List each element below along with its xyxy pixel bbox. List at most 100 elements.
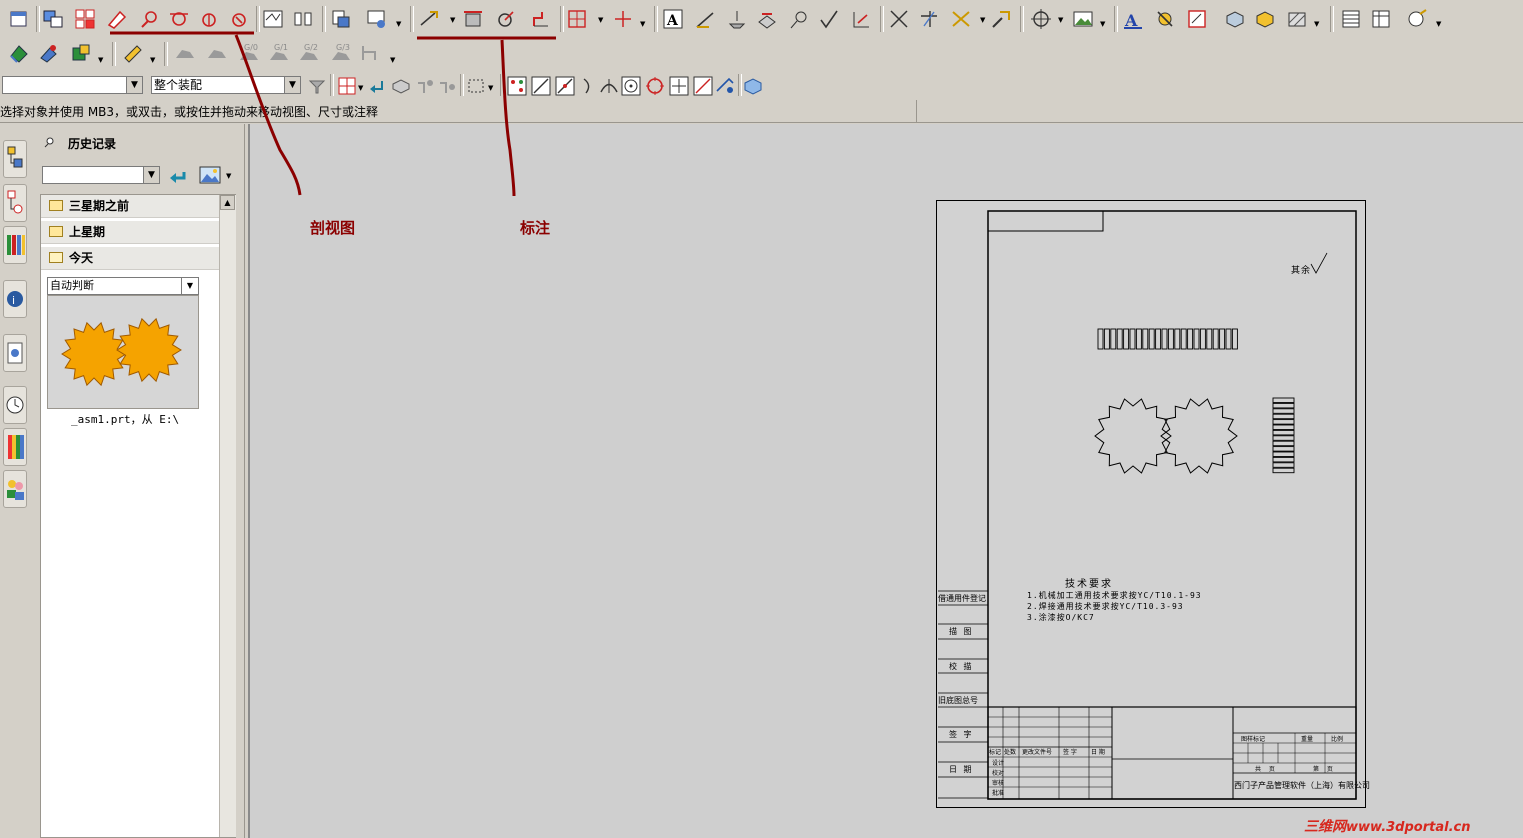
edit-annotation-icon[interactable]: [990, 8, 1012, 30]
snap-bounded-grid-icon[interactable]: [714, 75, 736, 97]
snap-point-icon[interactable]: [336, 75, 358, 97]
history-filter-combo[interactable]: ▼: [42, 166, 160, 184]
cross-icon[interactable]: [888, 8, 910, 30]
snap-endpoint-icon[interactable]: [530, 75, 552, 97]
balloon-icon[interactable]: [1406, 8, 1428, 30]
identification-symbol-icon[interactable]: [788, 8, 810, 30]
break-view-icon[interactable]: [262, 8, 284, 30]
center-mark-icon[interactable]: [566, 8, 588, 30]
section-view-icon[interactable]: [138, 8, 160, 30]
half-section-icon[interactable]: [168, 8, 190, 30]
snap-control-point-icon[interactable]: [578, 75, 600, 97]
base-view-icon[interactable]: [42, 8, 64, 30]
rectangle-select-icon[interactable]: [466, 75, 488, 97]
side-table-cell: [1272, 446, 1295, 452]
pencil-icon[interactable]: [122, 42, 144, 64]
preview-mode-combo[interactable]: 自动判断 ▼: [47, 277, 199, 295]
parts-list-icon[interactable]: [1340, 8, 1362, 30]
history-folder-today[interactable]: 今天: [41, 247, 219, 270]
margin-label: 描 图: [949, 627, 974, 636]
ordinate-dimension-icon[interactable]: [530, 8, 552, 30]
tb-scale-header: 比例: [1331, 736, 1344, 743]
web-browser-tab[interactable]: i: [3, 280, 27, 318]
palette-image-icon[interactable]: [198, 164, 222, 186]
projected-view-icon[interactable]: [74, 8, 96, 30]
graphics-window[interactable]: 剖视图 标注 其余 技术要求 1.机械加工通用技术要求按YC/T10.1-93 …: [248, 124, 1523, 838]
scroll-up-icon[interactable]: ▲: [220, 195, 235, 210]
constraint-navigator-tab[interactable]: [3, 184, 27, 222]
parts-list-cell: [1116, 328, 1123, 350]
tech-line: 2.焊接通用技术要求按YC/T10.3-93: [1027, 602, 1184, 611]
snap-point-on-face-icon[interactable]: [692, 75, 714, 97]
annotation-style-icon[interactable]: A: [1122, 8, 1144, 30]
parts-list-cell: [1155, 328, 1162, 350]
centerline-icon[interactable]: [612, 8, 634, 30]
parts-list-cell: [1231, 328, 1238, 350]
parts-list-cell: [1142, 328, 1149, 350]
history-folder-3-weeks[interactable]: 三星期之前: [41, 195, 219, 218]
note-icon[interactable]: A: [662, 8, 684, 30]
hatch-icon[interactable]: [1286, 8, 1308, 30]
snap-intersection-icon[interactable]: [598, 75, 620, 97]
reuse-library-tab[interactable]: [3, 226, 27, 264]
snap-arc-center-icon[interactable]: [620, 75, 642, 97]
snap-point-on-curve-icon[interactable]: [668, 75, 690, 97]
filter-reset-icon[interactable]: [306, 75, 328, 97]
chevron-down-icon[interactable]: ▼: [284, 77, 300, 93]
tabular-note-icon[interactable]: [1370, 8, 1392, 30]
part-preview-thumbnail[interactable]: [47, 295, 199, 409]
snap-quadrant-icon[interactable]: [644, 75, 666, 97]
type-filter-combo[interactable]: ▼: [2, 76, 143, 94]
component-icon[interactable]: [38, 42, 60, 64]
assembly-icon[interactable]: [8, 42, 30, 64]
revolved-section-icon[interactable]: [198, 8, 220, 30]
horizontal-dimension-icon[interactable]: [462, 8, 484, 30]
open-folder-icon: [49, 252, 63, 263]
chevron-down-icon[interactable]: ▼: [126, 77, 142, 93]
assembly-navigator-tab[interactable]: [3, 140, 27, 178]
snap-midpoint-icon[interactable]: [554, 75, 576, 97]
datum-target-icon[interactable]: [756, 8, 778, 30]
view-break-icon[interactable]: [292, 8, 314, 30]
system-materials-tab[interactable]: [3, 334, 27, 372]
sheet-properties-icon[interactable]: [1186, 8, 1208, 30]
datum-feature-icon[interactable]: [726, 8, 748, 30]
model-view-icon[interactable]: [742, 75, 764, 97]
component-filter-icon[interactable]: [390, 75, 412, 97]
preferences-icon[interactable]: [1154, 8, 1176, 30]
view-boundary-icon[interactable]: [366, 8, 388, 30]
vertical-scrollbar[interactable]: ▲: [219, 195, 236, 837]
snap-existing-point-icon[interactable]: [506, 75, 528, 97]
radius-dimension-icon[interactable]: [494, 8, 516, 30]
svg-text:G/3: G/3: [336, 43, 350, 52]
view-dependent-edit-icon[interactable]: [1224, 8, 1246, 30]
history-tab[interactable]: [3, 386, 27, 424]
new-sheet-icon[interactable]: [8, 8, 30, 30]
pin-icon[interactable]: [44, 136, 54, 148]
visual-palette-tab[interactable]: [3, 428, 27, 466]
weld-symbol-icon[interactable]: [850, 8, 872, 30]
tech-line: 1.机械加工通用技术要求按YC/T10.1-93: [1027, 591, 1202, 600]
update-view-icon[interactable]: [330, 8, 352, 30]
local-section-icon[interactable]: [228, 8, 250, 30]
roles-tab[interactable]: [3, 470, 27, 508]
detail-view-icon[interactable]: [106, 8, 128, 30]
target-point-icon[interactable]: [950, 8, 972, 30]
intersection-symbol-icon[interactable]: [918, 8, 940, 30]
drawing-sheet[interactable]: 其余 技术要求 1.机械加工通用技术要求按YC/T10.1-93 2.焊接通用技…: [936, 200, 1370, 808]
auto-dimension-icon[interactable]: [418, 8, 440, 30]
solid-shade-icon[interactable]: [1254, 8, 1276, 30]
history-folder-last-week[interactable]: 上星期: [41, 221, 219, 244]
add-component-icon[interactable]: [70, 42, 92, 64]
selection-scope-combo[interactable]: 整个装配 ▼: [151, 76, 301, 94]
undo-arrow-icon[interactable]: [366, 75, 388, 97]
crosshair-icon[interactable]: [1030, 8, 1052, 30]
image-icon[interactable]: [1072, 8, 1094, 30]
back-arrow-icon[interactable]: [168, 166, 188, 186]
chevron-down-icon[interactable]: ▼: [181, 278, 198, 294]
parts-list-cell: [1193, 328, 1200, 350]
svg-text:i: i: [12, 294, 15, 307]
chevron-down-icon[interactable]: ▼: [143, 167, 159, 183]
feature-control-icon[interactable]: [694, 8, 716, 30]
surface-finish-icon[interactable]: [818, 8, 840, 30]
